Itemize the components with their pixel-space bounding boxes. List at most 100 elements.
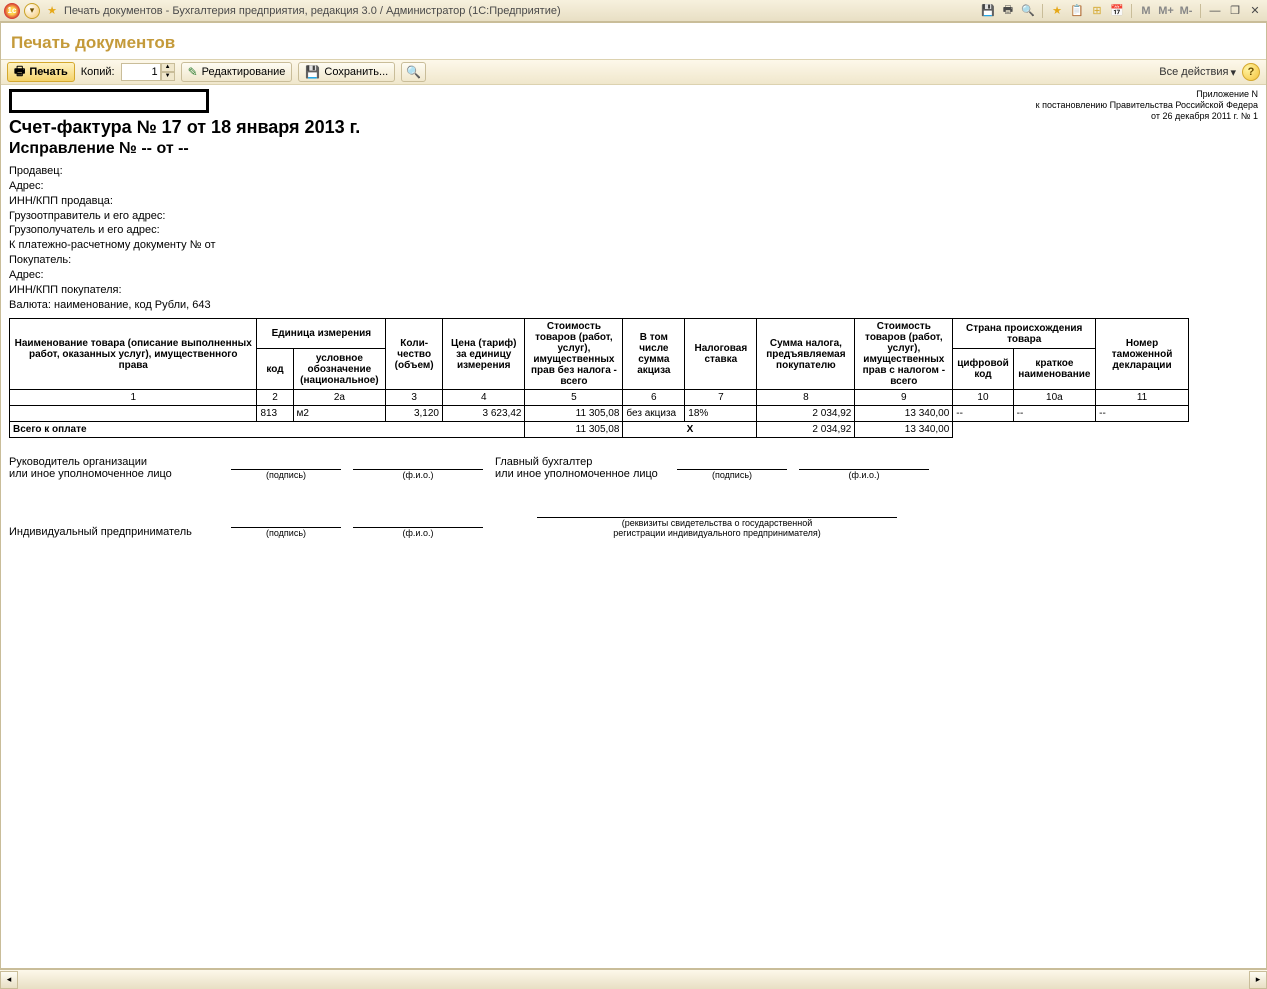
preview-icon[interactable]: 🔍 (1020, 3, 1036, 19)
cell-country-code: -- (953, 406, 1013, 422)
save-icon[interactable]: 💾 (980, 3, 996, 19)
field-consignee: Грузополучатель и его адрес: (9, 223, 1258, 238)
separator (1200, 4, 1201, 18)
edit-button[interactable]: ✎ Редактирование (181, 62, 293, 82)
cell-qty: 3,120 (386, 406, 443, 422)
colnum-2a: 2а (293, 390, 386, 406)
spin-up-icon[interactable]: ▲ (161, 63, 175, 72)
sign-chief2: или иное уполномоченное лицо (495, 468, 665, 480)
cell-code: 813 (257, 406, 293, 422)
page-title: Печать документов (1, 23, 1266, 59)
cell-excise: без акциза (623, 406, 685, 422)
m-plus-button[interactable]: M+ (1158, 3, 1174, 19)
th-country-name: краткое наименование (1013, 348, 1095, 390)
copies-label: Копий: (81, 66, 115, 78)
horizontal-scrollbar[interactable]: ◂ ▸ (0, 969, 1267, 989)
th-price: Цена (тариф) за единицу измерения (443, 319, 525, 390)
titlebar: 1c ▾ ★ Печать документов - Бухгалтерия п… (0, 0, 1267, 22)
separator (1042, 4, 1043, 18)
print-button-label: Печать (29, 66, 67, 78)
field-seller: Продавец: (9, 164, 1258, 179)
help-icon[interactable]: ? (1242, 63, 1260, 81)
copy-icon[interactable]: 📋 (1069, 3, 1085, 19)
save-button[interactable]: 💾 Сохранить... (298, 62, 395, 82)
spin-down-icon[interactable]: ▼ (161, 72, 175, 81)
maximize-icon[interactable]: ❐ (1227, 3, 1243, 19)
annex-line2: к постановлению Правительства Российской… (1036, 100, 1258, 111)
cap-fio2: (ф.и.о.) (799, 470, 929, 480)
cell-tax: 2 034,92 (757, 406, 855, 422)
print-button[interactable]: 🖶 Печать (7, 62, 75, 82)
field-address: Адрес: (9, 179, 1258, 194)
dropdown-icon[interactable]: ▾ (24, 3, 40, 19)
th-unit-name: условное обозначение (национальное) (293, 348, 386, 390)
cell-decl: -- (1096, 406, 1189, 422)
search-button[interactable]: 🔍 (401, 62, 426, 82)
scroll-left-icon[interactable]: ◂ (0, 971, 18, 989)
cell-rate: 18% (685, 406, 757, 422)
annex-block: Приложение N к постановлению Правительст… (1036, 89, 1258, 121)
annex-line1: Приложение N (1036, 89, 1258, 100)
m-button[interactable]: M (1138, 3, 1154, 19)
cap-signature3: (подпись) (231, 528, 341, 538)
calendar-icon[interactable]: 📅 (1109, 3, 1125, 19)
th-country: Страна происхождения товара (953, 319, 1096, 348)
content-pane: Печать документов 🖶 Печать Копий: ▲ ▼ ✎ … (0, 22, 1267, 969)
cap-signature: (подпись) (231, 470, 341, 480)
document-subtitle: Исправление № -- от -- (9, 140, 1258, 158)
signature-block: Руководитель организации или иное уполно… (9, 456, 1258, 538)
annex-line3: от 26 декабря 2011 г. № 1 (1036, 111, 1258, 122)
total-cross: Х (623, 422, 757, 438)
minimize-icon[interactable]: — (1207, 3, 1223, 19)
toolbar: 🖶 Печать Копий: ▲ ▼ ✎ Редактирование 💾 С… (1, 59, 1266, 85)
sign-head2: или иное уполномоченное лицо (9, 468, 219, 480)
copies-spinbox[interactable]: ▲ ▼ (121, 63, 175, 81)
sign-head: Руководитель организации (9, 456, 219, 468)
chevron-down-icon: ▾ (1230, 66, 1236, 79)
cell-price: 3 623,42 (443, 406, 525, 422)
document-area[interactable]: Приложение N к постановлению Правительст… (1, 85, 1266, 968)
print-icon[interactable]: 🖶 (1000, 3, 1016, 19)
magnifier-icon: 🔍 (406, 65, 421, 79)
field-consignor: Грузоотправитель и его адрес: (9, 209, 1258, 224)
favorite-icon[interactable]: ★ (44, 3, 60, 19)
scrollbar-track[interactable] (18, 971, 1249, 989)
close-icon[interactable]: ✕ (1247, 3, 1263, 19)
fav-add-icon[interactable]: ★ (1049, 3, 1065, 19)
cell-country-name: -- (1013, 406, 1095, 422)
save-button-label: Сохранить... (324, 66, 388, 78)
th-unit-code: код (257, 348, 293, 390)
colnum-5: 5 (525, 390, 623, 406)
colnum-6: 6 (623, 390, 685, 406)
colnum-1: 1 (10, 390, 257, 406)
selection-box[interactable] (9, 89, 209, 113)
th-excise: В том числе сумма акциза (623, 319, 685, 390)
window-title: Печать документов - Бухгалтерия предприя… (64, 5, 561, 17)
copies-input[interactable] (121, 63, 161, 81)
field-inn-seller: ИНН/КПП продавца: (9, 194, 1258, 209)
field-currency: Валюта: наименование, код Рубли, 643 (9, 298, 1258, 313)
colnum-10: 10 (953, 390, 1013, 406)
field-buyer: Покупатель: (9, 253, 1258, 268)
colnum-10a: 10а (1013, 390, 1095, 406)
disk-icon: 💾 (305, 65, 320, 79)
all-actions-button[interactable]: Все действия ▾ (1159, 66, 1236, 79)
th-sum-no-tax: Стоимость товаров (работ, услуг), имущес… (525, 319, 623, 390)
calc-icon[interactable]: ⊞ (1089, 3, 1105, 19)
app-logo-icon: 1c (4, 3, 20, 19)
edit-icon: ✎ (188, 65, 198, 79)
total-sum-no-tax: 11 305,08 (525, 422, 623, 438)
th-tax: Сумма налога, предъявляемая покупателю (757, 319, 855, 390)
all-actions-label: Все действия (1159, 66, 1228, 78)
colnum-2: 2 (257, 390, 293, 406)
th-rate: Налоговая ставка (685, 319, 757, 390)
m-minus-button[interactable]: M- (1178, 3, 1194, 19)
colnum-8: 8 (757, 390, 855, 406)
th-qty: Коли-чество (объем) (386, 319, 443, 390)
cell-sum-no-tax: 11 305,08 (525, 406, 623, 422)
cap-fio: (ф.и.о.) (353, 470, 483, 480)
cell-unit: м2 (293, 406, 386, 422)
cell-sum-with-tax: 13 340,00 (855, 406, 953, 422)
scroll-right-icon[interactable]: ▸ (1249, 971, 1267, 989)
th-sum-with-tax: Стоимость товаров (работ, услуг), имущес… (855, 319, 953, 390)
